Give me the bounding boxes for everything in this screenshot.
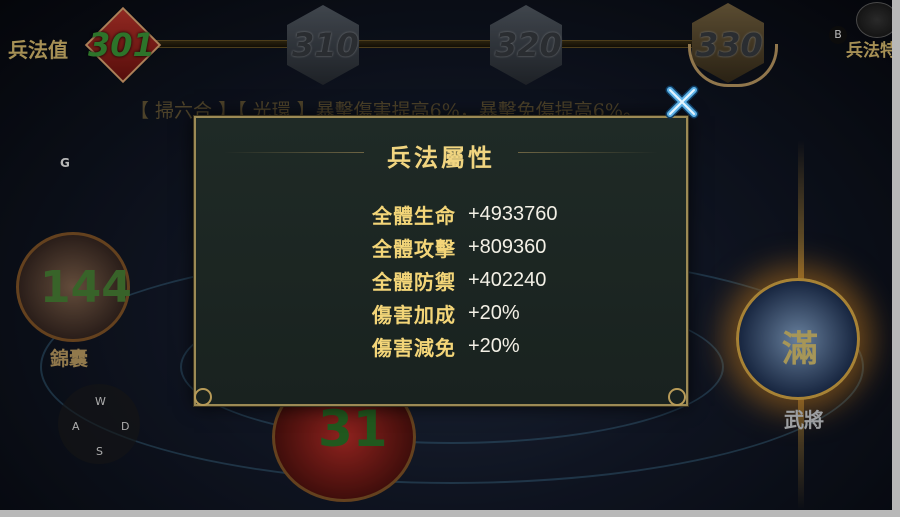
stat-label: 全體攻擊 <box>372 237 456 261</box>
stat-row: 傷害加成 +20% <box>372 297 558 330</box>
stat-label: 傷害加成 <box>372 303 456 327</box>
corner-ornament <box>194 388 212 406</box>
stat-row: 全體攻擊 +809360 <box>372 231 558 264</box>
stats-list: 全體生命 +4933760 全體攻擊 +809360 全體防禦 +402240 … <box>372 198 558 363</box>
stat-label: 傷害減免 <box>372 336 456 360</box>
stat-label: 全體防禦 <box>372 270 456 294</box>
corner-ornament <box>668 388 686 406</box>
attributes-dialog: 兵法屬性 全體生命 +4933760 全體攻擊 +809360 全體防禦 +40… <box>194 116 688 406</box>
stat-row: 傷害減免 +20% <box>372 330 558 363</box>
close-x-icon[interactable] <box>664 84 700 120</box>
stat-value: +20% <box>468 302 520 324</box>
stat-value: +809360 <box>468 236 547 258</box>
stat-value: +4933760 <box>468 203 558 225</box>
close-x-glyph <box>665 85 699 119</box>
stat-row: 全體生命 +4933760 <box>372 198 558 231</box>
stat-label: 全體生命 <box>372 204 456 228</box>
stat-value: +402240 <box>468 269 547 291</box>
dialog-title: 兵法屬性 <box>387 143 495 172</box>
stat-row: 全體防禦 +402240 <box>372 264 558 297</box>
stat-value: +20% <box>468 335 520 357</box>
